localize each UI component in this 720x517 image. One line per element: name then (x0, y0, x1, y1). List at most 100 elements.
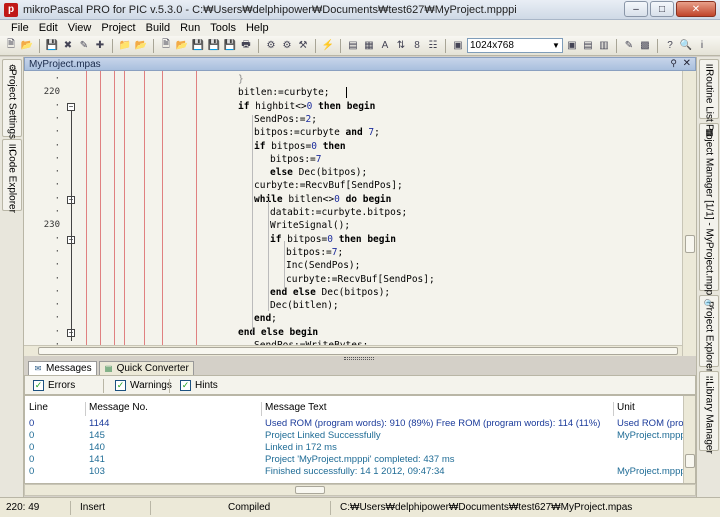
menu-run[interactable]: Run (175, 22, 205, 34)
code-line[interactable]: end; (254, 312, 277, 325)
save-as-icon[interactable]: 💾 (207, 39, 221, 53)
code-line[interactable]: bitpos:=7 (270, 153, 322, 166)
code-line[interactable]: SendPos:=2; (254, 113, 317, 126)
line-number: 220 (43, 87, 60, 98)
line-dot: · (54, 193, 60, 204)
line-dot: · (54, 74, 60, 84)
messages-horizontal-scrollbar[interactable] (24, 484, 696, 496)
programmer-icon[interactable]: ⚡ (321, 39, 335, 53)
code-line[interactable]: Dec(bitlen); (270, 299, 339, 312)
new-file-icon[interactable]: 🗎 (159, 39, 173, 53)
options-icon[interactable]: ✎ (622, 39, 636, 53)
tab-library-manager[interactable]: ☷ Library Manager (699, 371, 719, 453)
menu-view[interactable]: View (63, 22, 97, 34)
code-line[interactable]: if highbit<>0 then begin (238, 100, 375, 113)
print-icon[interactable]: 🖶 (239, 39, 253, 53)
code-line[interactable]: WriteSignal(); (270, 219, 350, 232)
col-message-text[interactable]: Message Text (265, 402, 327, 413)
screen-icon[interactable]: ▣ (565, 39, 579, 53)
code-editor[interactable]: ·220·········230········· −−−− }bitlen:=… (24, 71, 696, 345)
messages-vertical-scrollbar[interactable] (683, 396, 695, 483)
usart-icon[interactable]: ⇅ (394, 39, 408, 53)
editor-tab[interactable]: MyProject.mpas ⚲ ✕ (24, 57, 696, 71)
code-line[interactable]: databit:=curbyte.bitpos; (270, 206, 407, 219)
save-project-icon[interactable]: 💾 (45, 39, 59, 53)
menu-help[interactable]: Help (241, 22, 274, 34)
filter-warnings[interactable]: ✓ Warnings (115, 380, 172, 391)
glcd-icon[interactable]: ▦ (362, 39, 376, 53)
warnings-checkbox[interactable]: ✓ (115, 380, 126, 391)
tab-code-explorer[interactable]: ☰ Code Explorer (2, 139, 22, 213)
menu-project[interactable]: Project (96, 22, 140, 34)
help-icon[interactable]: ? (663, 39, 677, 53)
font-icon[interactable]: A (378, 39, 392, 53)
message-filter-bar: ✓ Errors ✓ Warnings ✓ Hints (24, 375, 696, 395)
save-file-icon[interactable]: 💾 (191, 39, 205, 53)
visual-tft-icon[interactable]: ▣ (451, 39, 465, 53)
build-project-icon[interactable]: ⚒ (296, 39, 310, 53)
tab-messages[interactable]: ✉ Messages (28, 361, 97, 375)
minimize-button[interactable]: – (624, 1, 648, 17)
folder-icon[interactable]: 📁 (118, 39, 132, 53)
code-line[interactable]: end else begin (238, 326, 318, 339)
col-line[interactable]: Line (29, 402, 48, 413)
filter-hints[interactable]: ✓ Hints (180, 380, 218, 391)
seven-segment-icon[interactable]: 8 (410, 39, 424, 53)
code-line[interactable]: if bitpos=0 then begin (270, 233, 396, 246)
code-line[interactable]: while bitlen<>0 do begin (254, 193, 391, 206)
filter-errors[interactable]: ✓ Errors (33, 380, 75, 391)
code-line[interactable]: if bitpos=0 then (254, 140, 346, 153)
open-project-icon[interactable]: 📂 (20, 39, 34, 53)
close-tab-icon[interactable]: ✕ (683, 58, 691, 69)
code-line[interactable]: curbyte:=RecvBuf[SendPos]; (286, 273, 435, 286)
library-manager-icon: ☷ (705, 375, 714, 385)
add-file-icon[interactable]: ✚ (93, 39, 107, 53)
col-unit[interactable]: Unit (617, 402, 635, 413)
editor-vertical-scrollbar[interactable] (682, 71, 696, 356)
message-line: 0 (29, 466, 35, 477)
menu-file[interactable]: File (6, 22, 34, 34)
lcd-icon[interactable]: ▤ (346, 39, 360, 53)
code-line[interactable]: end else Dec(bitpos); (270, 286, 390, 299)
hints-checkbox[interactable]: ✓ (180, 380, 191, 391)
code-line[interactable]: else Dec(bitpos); (270, 166, 367, 179)
ascii-table-icon[interactable]: ☷ (426, 39, 440, 53)
fold-toggle-icon[interactable]: − (67, 102, 75, 111)
fold-column: −−−− (64, 71, 76, 345)
tab-routine-list[interactable]: ☰ Routine List (699, 59, 719, 121)
tab-project-manager[interactable]: ▦ Project Manager [1/1] - MyProject.mppp… (699, 123, 719, 302)
save-all-icon[interactable]: 💾 (223, 39, 237, 53)
code-line[interactable]: } (238, 73, 244, 86)
code-line[interactable]: bitlen:=curbyte; (238, 86, 330, 99)
code-line[interactable]: curbyte:=RecvBuf[SendPos]; (254, 179, 403, 192)
close-button[interactable]: ✕ (676, 1, 716, 17)
edit-project-icon[interactable]: ✎ (77, 39, 91, 53)
pin-icon[interactable]: ⚲ (670, 58, 677, 69)
col-message-no[interactable]: Message No. (89, 402, 148, 413)
tab-quick-converter[interactable]: ▤ Quick Converter (98, 361, 194, 375)
new-project-icon[interactable]: 🗎 (4, 39, 18, 53)
search-help-icon[interactable]: 🔍 (679, 39, 693, 53)
menu-tools[interactable]: Tools (205, 22, 241, 34)
code-line[interactable]: bitpos:=curbyte and 7; (254, 126, 380, 139)
open-file-icon[interactable]: 📂 (175, 39, 189, 53)
resolution-select[interactable]: 1024x768 ▼ (467, 38, 563, 53)
build-icon[interactable]: ⚙ (264, 39, 278, 53)
statistics-icon[interactable]: ▩ (638, 39, 652, 53)
maximize-button[interactable]: □ (650, 1, 674, 17)
code-line[interactable]: bitpos:=7; (286, 246, 343, 259)
menu-build[interactable]: Build (141, 22, 175, 34)
chevron-down-icon[interactable]: ▼ (550, 39, 562, 52)
folder-open-icon[interactable]: 📂 (134, 39, 148, 53)
close-project-icon[interactable]: ✖ (61, 39, 75, 53)
tab-project-explorer[interactable]: 🔍 Project Explorer (699, 295, 719, 373)
editor-horizontal-scrollbar[interactable] (24, 345, 682, 356)
errors-checkbox[interactable]: ✓ (33, 380, 44, 391)
info-icon[interactable]: i (695, 39, 709, 53)
screen-small-icon[interactable]: ▥ (597, 39, 611, 53)
screen-alt-icon[interactable]: ▤ (581, 39, 595, 53)
code-line[interactable]: Inc(SendPos); (286, 259, 360, 272)
build-all-icon[interactable]: ⚙ (280, 39, 294, 53)
tab-project-settings[interactable]: ⚙ Project Settings (2, 59, 22, 139)
menu-edit[interactable]: Edit (34, 22, 63, 34)
